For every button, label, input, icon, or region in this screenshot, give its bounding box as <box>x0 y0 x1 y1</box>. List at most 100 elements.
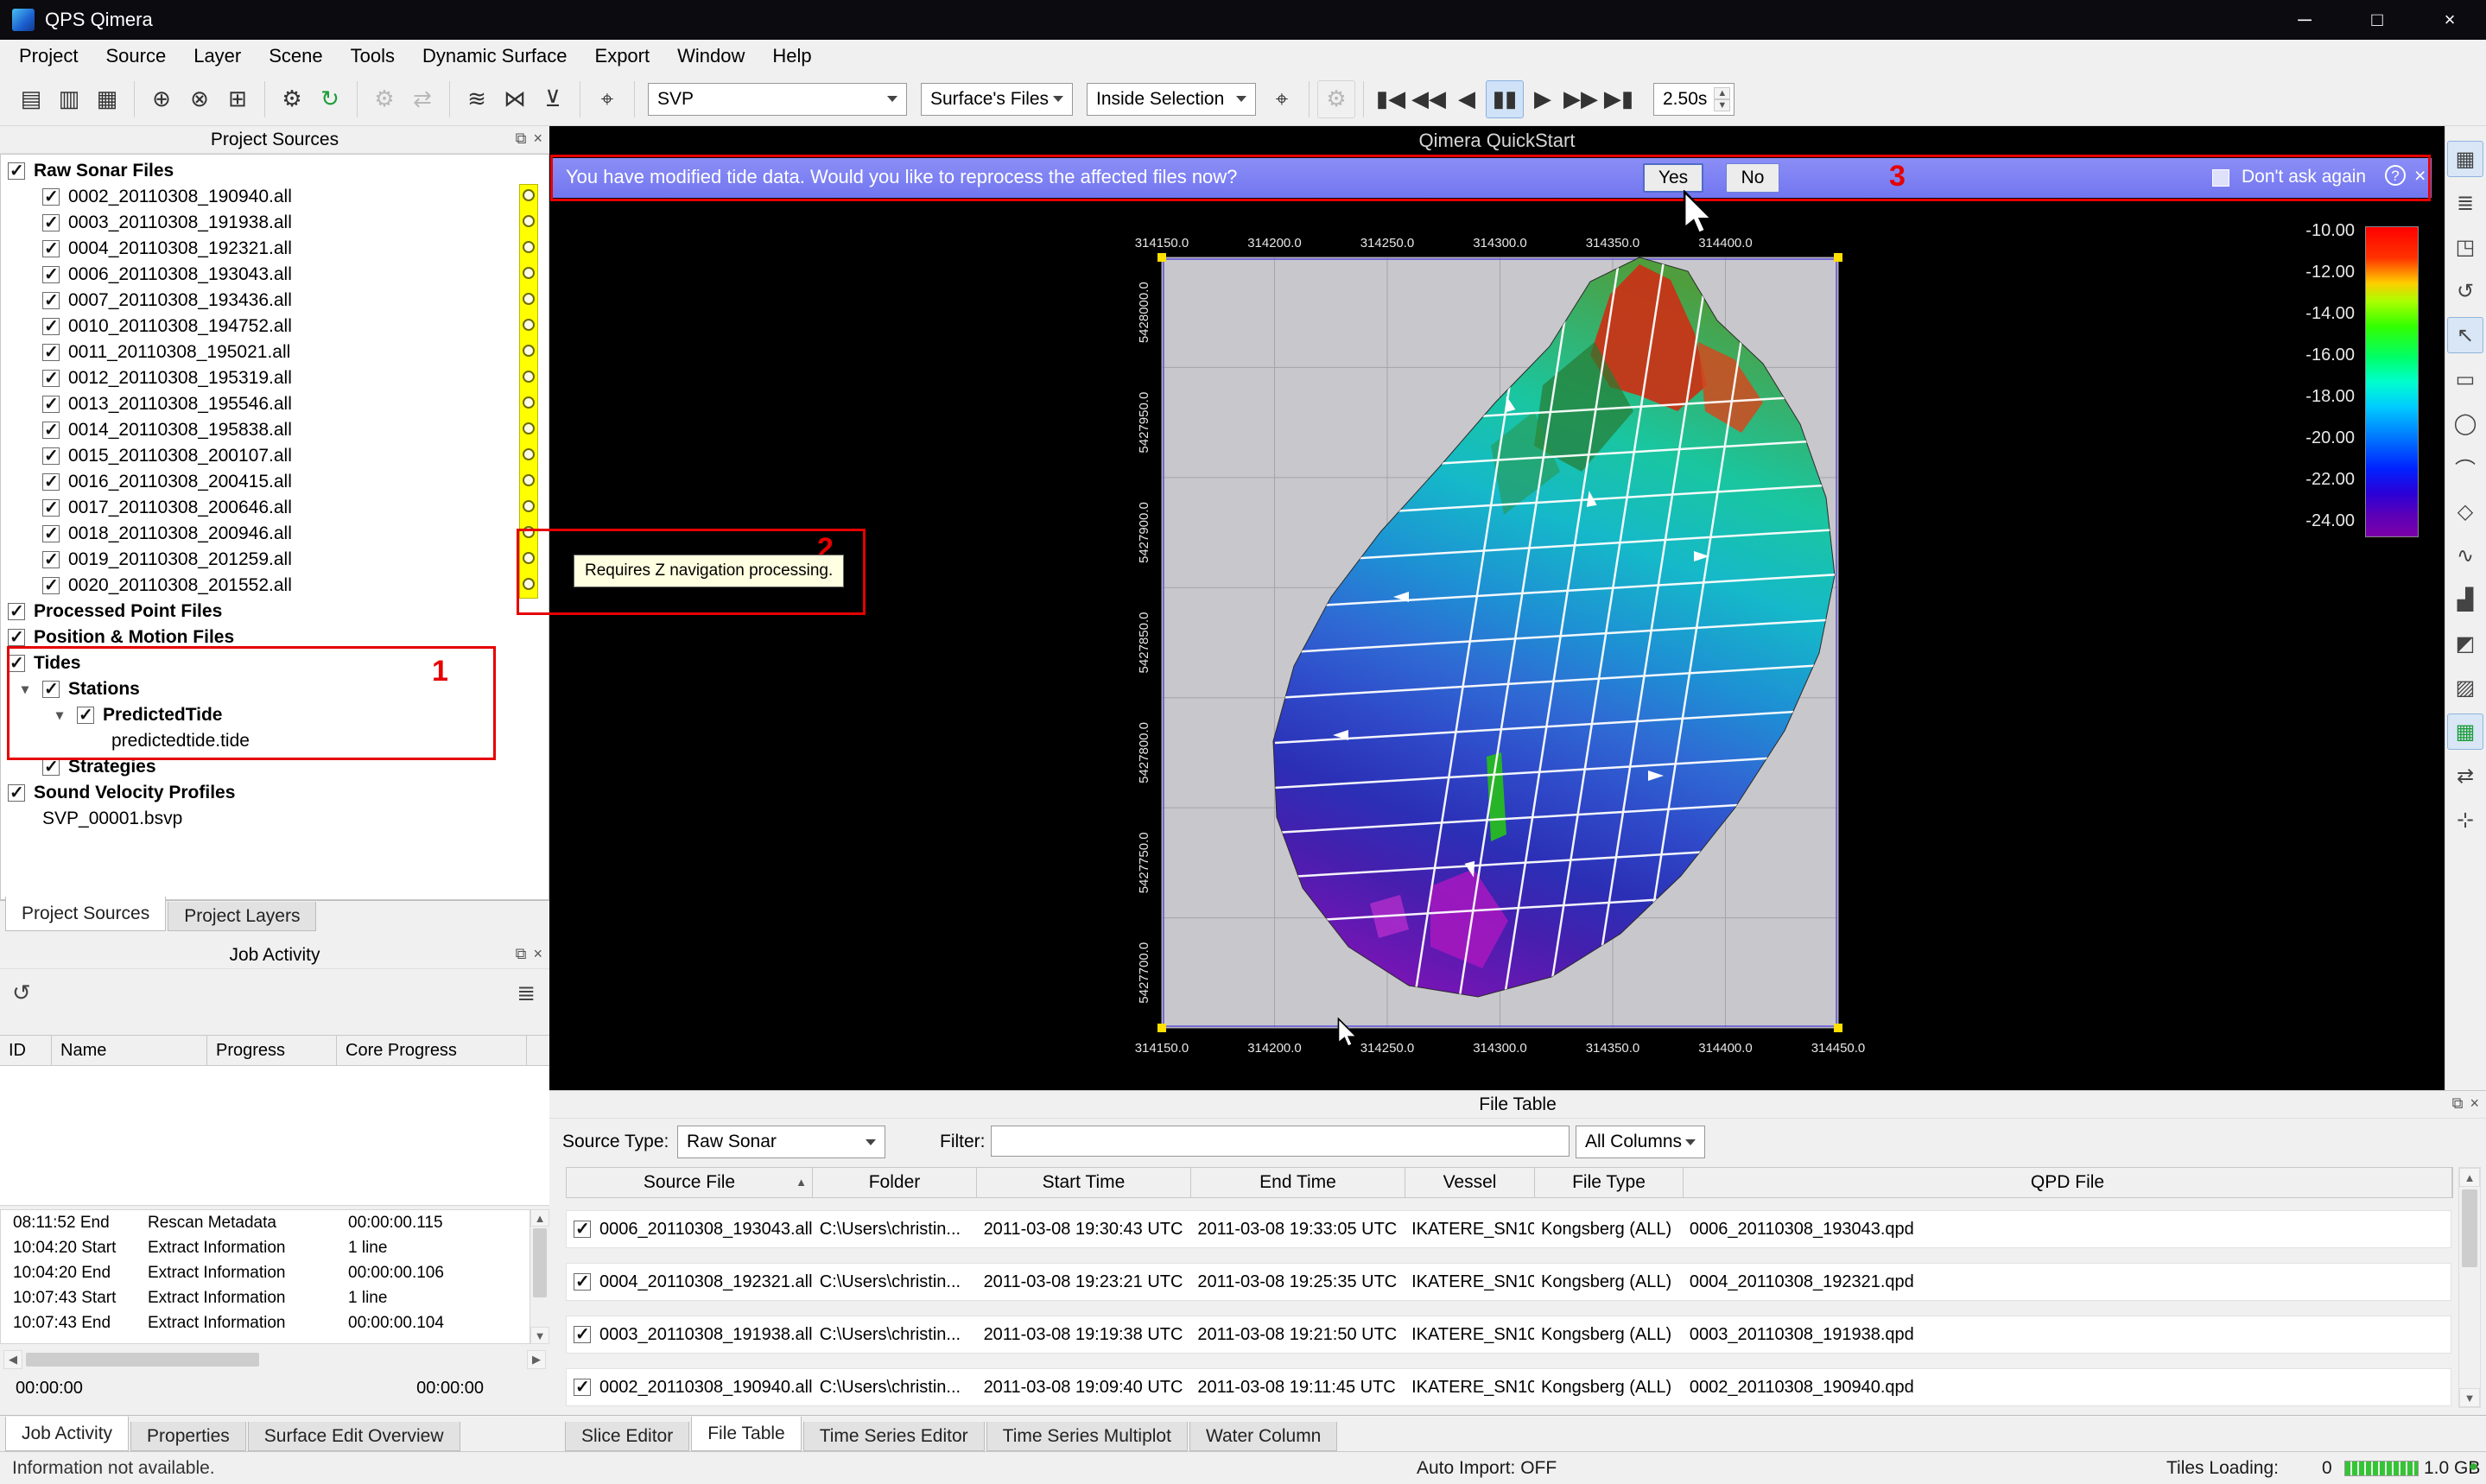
add-raw-sonar-icon[interactable]: ▥ <box>50 80 88 118</box>
tree-item-raw-file[interactable]: 0018_20110308_200946.all <box>1 521 549 547</box>
tab-time-series-multiplot[interactable]: Time Series Multiplot <box>986 1422 1188 1451</box>
expand-arrow-icon[interactable]: ▾ <box>56 707 77 724</box>
checkbox-checked-icon[interactable] <box>42 318 60 335</box>
checkbox-checked-icon[interactable] <box>574 1326 591 1343</box>
scroll-down-icon[interactable]: ▼ <box>530 1327 549 1344</box>
menu-item-dynamic-surface[interactable]: Dynamic Surface <box>409 40 581 73</box>
tree-item-strategies[interactable]: Strategies <box>1 754 549 780</box>
file-table-row[interactable]: 0002_20110308_190940.allC:\Users\christi… <box>566 1368 2451 1406</box>
reprocess-icon[interactable]: ↻ <box>311 80 349 118</box>
polygon-select-icon[interactable]: ◇ <box>2447 493 2483 530</box>
job-log-row[interactable]: 10:04:20 StartExtract Information1 line <box>1 1235 530 1260</box>
lasso-select-icon[interactable]: ⌒ <box>2447 449 2483 485</box>
scroll-left-icon[interactable]: ◀ <box>3 1350 22 1369</box>
scroll-right-icon[interactable]: ▶ <box>527 1350 546 1369</box>
step-back-button[interactable]: ◀ <box>1448 80 1486 118</box>
checkbox-checked-icon[interactable] <box>77 707 94 724</box>
add-source-db-icon[interactable]: ⊕ <box>143 80 181 118</box>
file-table-row[interactable]: 0004_20110308_192321.allC:\Users\christi… <box>566 1263 2451 1301</box>
spin-up-icon[interactable]: ▲ <box>1714 87 1730 99</box>
checkbox-checked-icon[interactable] <box>42 422 60 439</box>
menu-item-layer[interactable]: Layer <box>180 40 255 73</box>
tree-item-raw-sonar-files[interactable]: Raw Sonar Files <box>1 158 549 184</box>
selection-filter-icon[interactable]: ⌖ <box>1263 80 1301 118</box>
column-header-end-time[interactable]: End Time <box>1191 1168 1405 1197</box>
tree-item-processed-point-files[interactable]: Processed Point Files <box>1 599 549 625</box>
checkbox-checked-icon[interactable] <box>574 1379 591 1396</box>
checkbox-checked-icon[interactable] <box>42 240 60 257</box>
new-project-icon[interactable]: ▤ <box>12 80 50 118</box>
histogram-tool-icon[interactable]: ▟ <box>2447 581 2483 618</box>
dont-ask-checkbox[interactable] <box>2212 169 2229 187</box>
ellipse-select-icon[interactable]: ◯ <box>2447 405 2483 441</box>
menu-item-help[interactable]: Help <box>758 40 825 73</box>
sounding-display-icon[interactable]: ⊻ <box>534 80 572 118</box>
checkbox-checked-icon[interactable] <box>42 758 60 776</box>
checkbox-checked-icon[interactable] <box>8 784 25 802</box>
checkbox-checked-icon[interactable] <box>42 551 60 568</box>
scrollbar-thumb[interactable] <box>533 1228 547 1297</box>
filter-input[interactable] <box>991 1126 1570 1157</box>
export-source-icon[interactable]: ⊞ <box>219 80 257 118</box>
tab-surface-edit-overview[interactable]: Surface Edit Overview <box>248 1422 460 1451</box>
tree-item-raw-file[interactable]: 0012_20110308_195319.all <box>1 365 549 391</box>
tab-properties[interactable]: Properties <box>130 1422 246 1451</box>
scroll-down-icon[interactable]: ▼ <box>2459 1388 2480 1407</box>
checkbox-checked-icon[interactable] <box>42 499 60 517</box>
scrollbar-thumb[interactable] <box>2462 1189 2477 1267</box>
select-soundings-icon[interactable]: ⌖ <box>588 80 626 118</box>
column-header-start-time[interactable]: Start Time <box>977 1168 1191 1197</box>
fast-forward-button[interactable]: ▶▶ <box>1562 80 1600 118</box>
tree-item-raw-file[interactable]: 0007_20110308_193436.all <box>1 288 549 314</box>
tab-time-series-editor[interactable]: Time Series Editor <box>803 1422 985 1451</box>
swath-display-icon[interactable]: ≋ <box>458 80 496 118</box>
checkbox-checked-icon[interactable] <box>574 1221 591 1238</box>
tree-item-stations[interactable]: ▾ Stations <box>1 676 549 702</box>
tree-item-raw-file[interactable]: 0015_20110308_200107.all <box>1 443 549 469</box>
rewind-button[interactable]: ◀◀ <box>1410 80 1448 118</box>
tree-item-raw-file[interactable]: 0013_20110308_195546.all <box>1 391 549 417</box>
file-table-view-icon[interactable]: ▦ <box>2447 141 2483 177</box>
pause-button[interactable]: ▮▮ <box>1486 80 1524 118</box>
select-arrow-icon[interactable]: ↖ <box>2447 317 2483 353</box>
tab-project-layers[interactable]: Project Layers <box>168 902 316 931</box>
file-table-row[interactable]: 0003_20110308_191938.allC:\Users\christi… <box>566 1316 2451 1354</box>
job-log-scrollbar[interactable]: ▲ ▼ <box>530 1209 549 1344</box>
scrollbar-thumb[interactable] <box>26 1353 259 1367</box>
float-panel-icon[interactable]: ⧉ <box>516 130 527 148</box>
tree-item-position-motion-files[interactable]: Position & Motion Files <box>1 625 549 650</box>
tree-item-raw-file[interactable]: 0006_20110308_193043.all <box>1 262 549 288</box>
beam-display-icon[interactable]: ⋈ <box>496 80 534 118</box>
tree-item-raw-file[interactable]: 0004_20110308_192321.all <box>1 236 549 262</box>
tree-item-raw-file[interactable]: 0011_20110308_195021.all <box>1 339 549 365</box>
rotate-view-icon[interactable]: ↺ <box>2447 273 2483 309</box>
tab-project-sources[interactable]: Project Sources <box>5 897 166 931</box>
dynamic-surface-settings-icon[interactable]: ⚙ <box>1317 80 1355 118</box>
close-panel-icon[interactable]: × <box>533 130 542 148</box>
play-button[interactable]: ▶ <box>1524 80 1562 118</box>
checkbox-checked-icon[interactable] <box>42 447 60 465</box>
layers-view-icon[interactable]: ≣ <box>2447 185 2483 221</box>
checkbox-checked-icon[interactable] <box>8 629 25 646</box>
no-button[interactable]: No <box>1726 163 1779 193</box>
tree-item-raw-file[interactable]: 0019_20110308_201259.all <box>1 547 549 573</box>
scroll-up-icon[interactable]: ▲ <box>530 1209 549 1227</box>
checkbox-checked-icon[interactable] <box>42 525 60 542</box>
shading-tool-icon[interactable]: ▨ <box>2447 669 2483 706</box>
tree-item-tides[interactable]: Tides <box>1 650 549 676</box>
close-panel-icon[interactable]: × <box>533 945 542 963</box>
job-log-row[interactable]: 08:11:52 EndRescan Metadata00:00:00.115 <box>1 1210 530 1235</box>
checkbox-checked-icon[interactable] <box>8 162 25 180</box>
menu-item-export[interactable]: Export <box>581 40 664 73</box>
tree-item-raw-file[interactable]: 0003_20110308_191938.all <box>1 210 549 236</box>
pan-view-icon[interactable]: ⊹ <box>2447 802 2483 838</box>
tree-item-raw-file[interactable]: 0014_20110308_195838.all <box>1 417 549 443</box>
tab-job-activity[interactable]: Job Activity <box>5 1417 129 1451</box>
spin-down-icon[interactable]: ▼ <box>1714 99 1730 111</box>
scroll-up-icon[interactable]: ▲ <box>2459 1168 2480 1187</box>
measure-tool-icon[interactable]: ◩ <box>2447 625 2483 662</box>
rect-select-icon[interactable]: ▭ <box>2447 361 2483 397</box>
checkbox-checked-icon[interactable] <box>42 681 60 698</box>
column-header-folder[interactable]: Folder <box>813 1168 977 1197</box>
tree-item-svp-file[interactable]: SVP_00001.bsvp <box>1 806 549 832</box>
